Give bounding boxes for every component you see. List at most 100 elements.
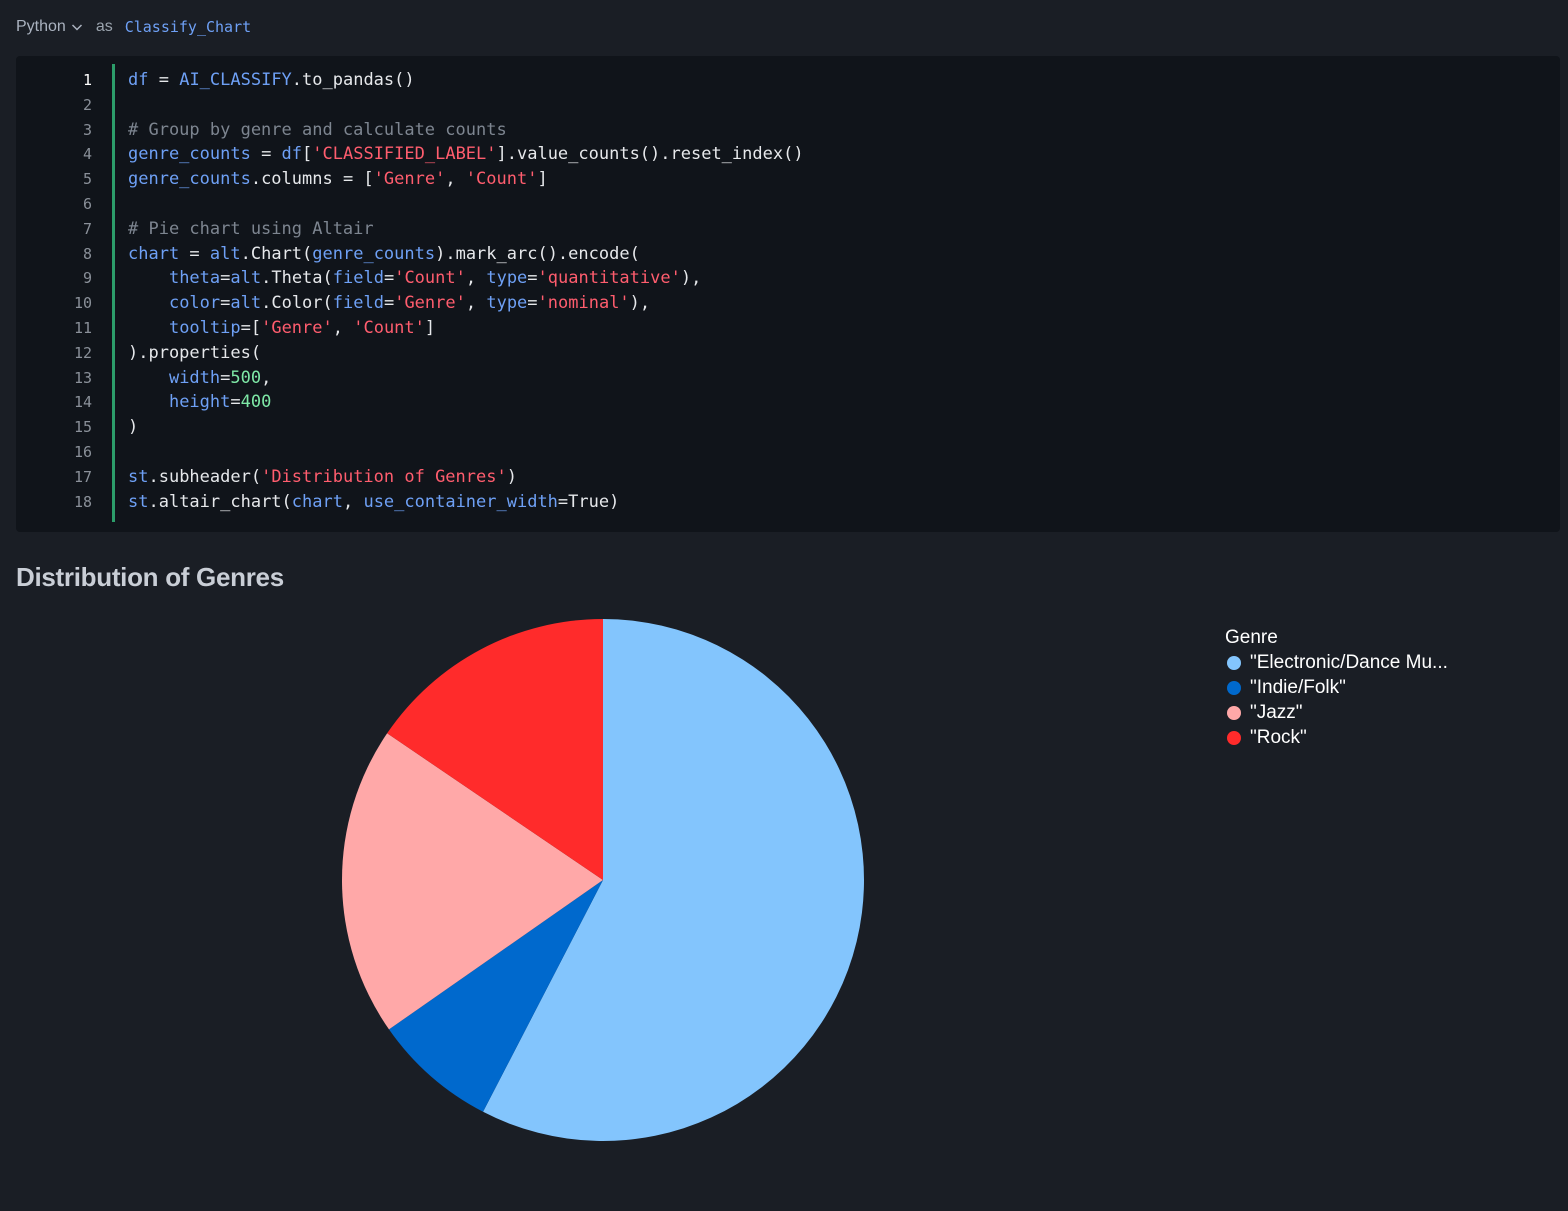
- chart-legend: Genre "Electronic/Dance Mu... "Indie/Folk…: [1225, 626, 1448, 750]
- code-editor[interactable]: 1 2 3 4 5 6 7 8 9 10 11 12 13 14 15 16 17 18 df = AI_CLAS…: [16, 56, 1560, 532]
- code-token: =True): [557, 491, 620, 512]
- code-line[interactable]: tooltip=['Genre', 'Count']: [128, 316, 804, 341]
- code-token: =: [250, 144, 282, 165]
- code-token: 'Distribution of Genres': [261, 466, 507, 487]
- legend-item[interactable]: "Rock": [1225, 725, 1448, 750]
- code-token: .altair_chart(: [148, 491, 292, 512]
- code-token: chart: [291, 491, 343, 512]
- code-token: ,: [465, 293, 487, 314]
- line-number: 10: [73, 294, 92, 313]
- code-line[interactable]: chart = alt.Chart(genre_counts).mark_arc…: [128, 242, 804, 267]
- code-token: # Group by genre and calculate counts: [128, 119, 507, 140]
- line-number: 11: [73, 318, 92, 337]
- code-token: ].value_counts().reset_index(): [496, 144, 804, 165]
- code-line[interactable]: st.altair_chart(chart, use_container_wid…: [128, 490, 804, 515]
- code-token: 400: [240, 392, 272, 413]
- as-label: as: [95, 18, 113, 35]
- pie-chart: [342, 619, 865, 1141]
- line-number: 12: [73, 343, 92, 362]
- code-token: genre_counts: [312, 243, 436, 264]
- legend-item[interactable]: "Indie/Folk": [1225, 676, 1448, 701]
- legend-label: "Jazz": [1250, 701, 1303, 723]
- code-token: =: [527, 268, 538, 289]
- code-token: =: [230, 392, 241, 413]
- legend-title: Genre: [1225, 627, 1278, 648]
- line-number: 17: [73, 467, 92, 486]
- code-token: ]: [424, 317, 436, 338]
- line-number-gutter: 1 2 3 4 5 6 7 8 9 10 11 12 13 14 15 16 17 18: [16, 68, 92, 514]
- code-token: field: [332, 293, 384, 314]
- code-token: df: [128, 70, 149, 90]
- code-token: ,: [465, 268, 487, 289]
- code-line[interactable]: # Group by genre and calculate counts: [128, 118, 804, 143]
- legend-label: "Electronic/Dance Mu...: [1250, 652, 1448, 674]
- code-token: .Color(: [261, 293, 333, 314]
- code-token: tooltip: [168, 317, 241, 338]
- legend-item[interactable]: "Electronic/Dance Mu...: [1225, 651, 1448, 676]
- line-number: 5: [82, 170, 92, 189]
- code-token: chart: [128, 243, 180, 264]
- language-selector[interactable]: Python: [16, 18, 84, 36]
- code-token: st: [128, 466, 149, 487]
- code-token: ): [128, 417, 139, 438]
- code-token: .Chart(: [240, 243, 313, 264]
- code-line[interactable]: ): [128, 415, 804, 440]
- code-token: 'quantitative': [537, 268, 681, 289]
- code-line[interactable]: [128, 93, 804, 118]
- code-token: st: [128, 491, 149, 512]
- code-line[interactable]: height=400: [128, 390, 804, 415]
- code-token: 'Count': [394, 268, 466, 289]
- code-line[interactable]: df = AI_CLASSIFY.to_pandas(): [128, 68, 804, 93]
- code-line[interactable]: # Pie chart using Altair: [128, 217, 804, 242]
- code-token: type: [486, 293, 528, 314]
- line-number: 6: [82, 194, 92, 213]
- language-label: Python: [16, 18, 66, 35]
- code-token: # Pie chart using Altair: [128, 218, 374, 239]
- code-token: 500: [230, 367, 262, 388]
- code-token: alt: [209, 243, 241, 264]
- code-content[interactable]: df = AI_CLASSIFY.to_pandas() # Group by …: [128, 68, 804, 514]
- legend-swatch: [1227, 705, 1241, 720]
- code-line[interactable]: ).properties(: [128, 341, 804, 366]
- line-number: 18: [73, 492, 92, 511]
- legend-swatch: [1227, 681, 1241, 696]
- line-number: 16: [73, 442, 92, 461]
- line-number: 14: [73, 393, 92, 412]
- code-token: =: [179, 243, 210, 264]
- code-token: genre_counts: [128, 169, 251, 190]
- code-token: .subheader(: [148, 466, 262, 487]
- code-line[interactable]: st.subheader('Distribution of Genres'): [128, 465, 804, 490]
- code-line[interactable]: [128, 192, 804, 217]
- code-line[interactable]: [128, 440, 804, 465]
- code-line[interactable]: genre_counts.columns = ['Genre', 'Count'…: [128, 167, 804, 192]
- code-token: 'CLASSIFIED_LABEL': [312, 144, 497, 165]
- code-token: ),: [680, 268, 702, 289]
- code-token: =: [220, 268, 231, 289]
- code-line[interactable]: width=500,: [128, 366, 804, 391]
- code-token: df: [281, 144, 303, 165]
- code-token: genre_counts: [128, 144, 251, 165]
- code-token: =: [383, 293, 395, 314]
- code-token: ).properties(: [128, 342, 262, 363]
- code-line[interactable]: color=alt.Color(field='Genre', type='nom…: [128, 291, 804, 316]
- code-token: 'Genre': [394, 293, 466, 314]
- code-token: 'Genre': [261, 317, 333, 338]
- code-token: alt: [230, 268, 262, 289]
- code-token: alt: [230, 293, 262, 314]
- legend-item[interactable]: "Jazz": [1225, 701, 1448, 726]
- code-token: ,: [332, 317, 354, 338]
- code-token: 'Count': [353, 317, 425, 338]
- cell-name[interactable]: Classify_Chart: [125, 18, 251, 36]
- line-number: 8: [82, 244, 92, 263]
- code-line[interactable]: theta=alt.Theta(field='Count', type='qua…: [128, 266, 804, 291]
- code-token: ).mark_arc().encode(: [435, 243, 640, 264]
- code-token: ),: [629, 293, 651, 314]
- legend-label: "Rock": [1250, 726, 1307, 748]
- code-line[interactable]: genre_counts = df['CLASSIFIED_LABEL'].va…: [128, 142, 804, 167]
- code-token: ): [506, 466, 517, 487]
- code-token: color: [168, 293, 221, 314]
- active-cell-indicator: [112, 64, 115, 522]
- code-token: 'nominal': [537, 293, 630, 314]
